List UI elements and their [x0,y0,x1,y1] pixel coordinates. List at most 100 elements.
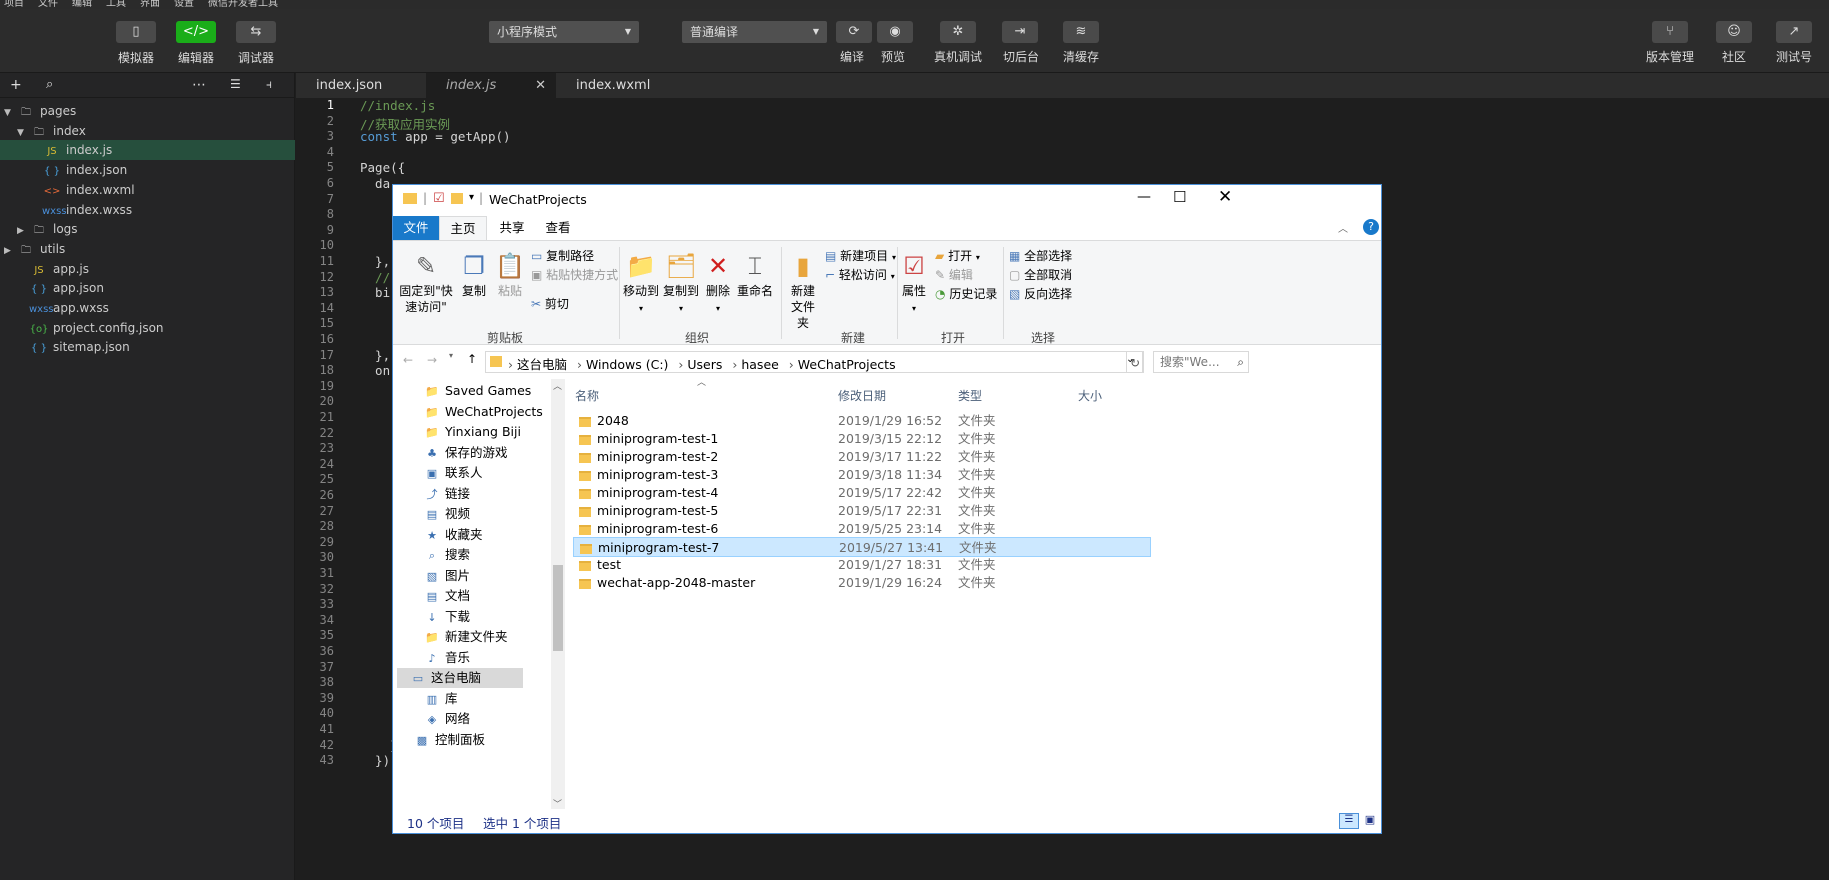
file-row[interactable]: miniprogram-test-6 2019/5/25 23:14 文件夹 [573,519,1151,539]
add-icon[interactable]: + [10,77,22,93]
back-arrow-icon[interactable]: ← [403,353,413,367]
nav-item[interactable]: ◈ 网络 [423,709,543,729]
new-item-button[interactable]: ▤ 新建项目 ▾ [825,247,896,264]
nav-item[interactable]: ▣ 联系人 [423,463,543,483]
scroll-up-icon[interactable]: ︿ [553,379,562,392]
nav-item[interactable]: 📁 Saved Games [423,381,543,401]
breadcrumb-separator[interactable]: › [674,357,687,372]
pin-quick-access-button[interactable]: ✎ 固定到"快速访问" [399,249,453,315]
breadcrumb-item[interactable]: Users [687,357,722,372]
tree-item[interactable]: wxssapp.wxss [0,298,295,318]
nav-item[interactable]: ▩ 控制面板 [413,730,543,750]
help-icon[interactable]: ? [1363,219,1379,235]
maximize-button[interactable]: ☐ [1173,188,1186,206]
file-row[interactable]: miniprogram-test-2 2019/3/17 11:22 文件夹 [573,447,1151,467]
file-row[interactable]: miniprogram-test-3 2019/3/18 11:34 文件夹 [573,465,1151,485]
breadcrumb-item[interactable]: hasee [741,357,778,372]
forward-arrow-icon[interactable]: → [427,353,437,367]
paste-shortcut-button[interactable]: ▣ 粘贴快捷方式 [531,266,618,283]
breadcrumb-separator[interactable]: › [785,357,798,372]
menu-item[interactable]: 界面 [140,0,160,9]
file-row[interactable]: miniprogram-test-4 2019/5/17 22:42 文件夹 [573,483,1151,503]
breadcrumb-item[interactable]: Windows (C:) [586,357,668,372]
tab-index-json[interactable]: index.json [296,73,426,98]
file-row[interactable]: 2048 2019/1/29 16:52 文件夹 [573,411,1151,431]
tree-item[interactable]: ▼ 🗀 index [0,121,295,141]
move-to-button[interactable]: 📁 移动到 ▾ [621,249,661,317]
tab-share[interactable]: 共享 [489,216,535,240]
tree-item[interactable]: JS app.js [0,259,295,279]
edit-button[interactable]: ✎ 编辑 [935,266,973,283]
nav-item[interactable]: ▧ 图片 [423,566,543,586]
nav-item[interactable]: ▤ 视频 [423,504,543,524]
tree-item[interactable]: wxssindex.wxss [0,200,295,220]
bug-icon[interactable]: ✲ [940,21,976,43]
mode-select[interactable]: 小程序模式 ▼ [489,21,639,43]
nav-item[interactable]: ⤴ 链接 [423,484,543,504]
breadcrumb-separator[interactable]: › [573,357,586,372]
breadcrumb-item[interactable]: 这台电脑 [517,357,567,372]
breadcrumb-separator[interactable]: › [508,357,517,372]
select-none-button[interactable]: ▢ 全部取消 [1009,266,1072,283]
up-arrow-icon[interactable]: ↑ [467,352,477,366]
details-view-icon[interactable]: ☰ [1339,813,1359,829]
background-icon[interactable]: ⇥ [1002,21,1038,43]
branch-icon[interactable]: ⑂ [1652,21,1688,43]
debugger-button[interactable]: ⇆ 调试器 [228,21,284,66]
column-name[interactable]: 名称 [575,387,599,404]
refresh-icon[interactable]: ⟳ [836,21,872,43]
compile-select[interactable]: 普通编译 ▼ [682,21,827,43]
properties-button[interactable]: ☑ 属性 ▾ [899,249,929,317]
tab-home[interactable]: 主页 [439,216,487,240]
file-row[interactable]: miniprogram-test-5 2019/5/17 22:31 文件夹 [573,501,1151,521]
tree-item[interactable]: ▼ 🗀 pages [0,101,295,121]
select-all-button[interactable]: ▦ 全部选择 [1009,247,1072,264]
menu-item[interactable]: 项目 [4,0,24,9]
invert-selection-button[interactable]: ▧ 反向选择 [1009,285,1072,302]
column-date[interactable]: 修改日期 [838,387,886,404]
tree-item[interactable]: ▶ 🗀 utils [0,239,295,259]
nav-scrollbar[interactable]: ︿ ﹀ [551,379,565,810]
tab-index-js[interactable]: index.js ✕ [426,73,556,98]
chat-icon[interactable]: ☺ [1716,21,1752,43]
copy-to-button[interactable]: 🗂 复制到 ▾ [661,249,701,317]
nav-item[interactable]: ♪ 音乐 [423,648,543,668]
close-icon[interactable]: ✕ [535,73,546,98]
menu-item[interactable]: 工具 [106,0,126,9]
nav-item[interactable]: 📁 新建文件夹 [423,627,543,647]
file-row[interactable]: miniprogram-test-1 2019/3/15 22:12 文件夹 [573,429,1151,449]
delete-button[interactable]: ✕ 删除 ▾ [703,249,733,317]
copy-path-button[interactable]: ▭ 复制路径 [531,247,594,264]
tree-item[interactable]: { } sitemap.json [0,337,295,357]
new-folder-button[interactable]: ▮ 新建文件夹 [783,249,823,331]
refresh-icon[interactable]: ↻ [1126,351,1144,373]
menu-item[interactable]: 编辑 [72,0,92,9]
tab-file[interactable]: 文件 [393,216,439,240]
editor-button[interactable]: </> 编辑器 [168,21,224,66]
new-folder-quick-icon[interactable] [451,193,463,204]
menu-item[interactable]: 文件 [38,0,58,9]
cut-button[interactable]: ✂ 剪切 [531,295,569,312]
tree-item[interactable]: JS index.js [0,140,295,161]
nav-item[interactable]: 📁 WeChatProjects [423,402,543,422]
tab-view[interactable]: 查看 [535,216,581,240]
tab-index-wxml[interactable]: index.wxml [556,73,686,98]
search-input[interactable]: 搜索"We... ⌕ [1153,351,1249,373]
menu-item[interactable]: 微信开发者工具 [208,0,278,9]
external-icon[interactable]: ↗ [1776,21,1812,43]
breadcrumb-item[interactable]: WeChatProjects [798,357,896,372]
close-window-button[interactable]: ✕ [1218,187,1232,207]
column-size[interactable]: 大小 [1078,387,1102,404]
rename-button[interactable]: ⌶ 重命名 [735,249,775,299]
window-titlebar[interactable]: | ☑ ▾ | WeChatProjects — ☐ ✕ [393,185,1381,216]
scroll-thumb[interactable] [553,565,563,651]
breadcrumb-separator[interactable]: › [728,357,741,372]
column-type[interactable]: 类型 [958,387,982,404]
copy-button[interactable]: ❐ 复制 [459,249,489,299]
search-icon[interactable]: ⌕ [46,77,53,92]
nav-item[interactable]: ↓ 下载 [423,607,543,627]
menu-item[interactable]: 设置 [174,0,194,9]
layers-icon[interactable]: ≋ [1063,21,1099,43]
file-row[interactable]: miniprogram-test-7 2019/5/27 13:41 文件夹 [573,537,1151,557]
address-bar[interactable]: › 这台电脑 › Windows (C:) › Users › hasee › … [485,351,1143,373]
